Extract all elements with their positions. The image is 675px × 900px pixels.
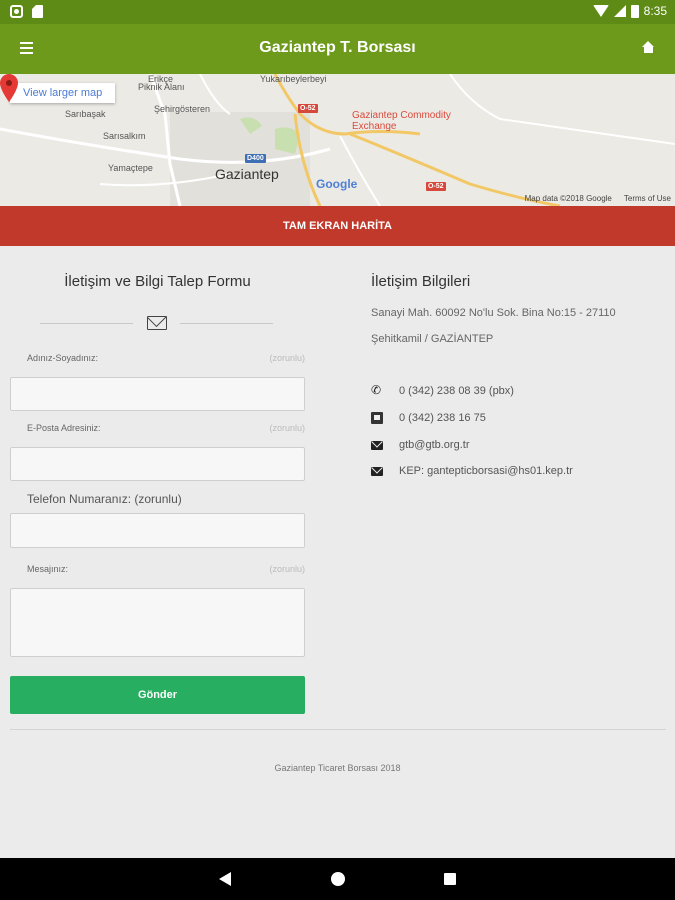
contact-email: gtb@gtb.org.tr	[399, 439, 470, 451]
road-badge-o52: O-52	[298, 104, 318, 113]
divider-right	[180, 323, 273, 324]
message-textarea[interactable]	[10, 588, 305, 657]
name-required-hint: (zorunlu)	[269, 353, 305, 363]
contact-email-row[interactable]: gtb@gtb.org.tr	[371, 439, 469, 451]
road-badge-d400: D400	[245, 154, 266, 163]
map-label-sehirgosteren: Şehirgösteren	[154, 104, 211, 114]
fax-icon	[371, 412, 383, 424]
phone-field[interactable]	[10, 513, 305, 548]
map-label-saribasak: Sarıbaşak	[65, 109, 106, 119]
contact-fax: 0 (342) 238 16 75	[399, 412, 486, 424]
mail-icon	[371, 466, 383, 476]
sd-card-icon	[32, 5, 43, 18]
notification-icons	[10, 5, 43, 18]
map-label-piknik: Piknik Alanı	[138, 82, 185, 92]
map-attribution: Map data ©2018 Google Terms of Use	[525, 194, 671, 203]
map-label-yamactepe: Yamaçtepe	[108, 163, 153, 173]
home-circle-icon[interactable]	[331, 872, 345, 886]
wifi-icon	[592, 5, 609, 17]
mail-icon	[371, 440, 383, 450]
google-logo: Google	[316, 177, 358, 191]
message-required-hint: (zorunlu)	[269, 564, 305, 574]
terms-of-use-link[interactable]: Terms of Use	[624, 194, 671, 203]
navigation-bar	[0, 858, 675, 900]
map-city-label: Gaziantep	[215, 166, 279, 182]
fullscreen-map-button[interactable]: TAM EKRAN HARİTA	[0, 206, 675, 246]
footer-divider	[10, 729, 666, 730]
pin-label-line1: Gaziantep Commodity	[352, 110, 451, 121]
app-title: Gaziantep T. Borsası	[259, 39, 416, 56]
road-badge-o52-south: O-52	[426, 182, 446, 191]
battery-icon	[630, 4, 639, 18]
name-label: Adınız-Soyadınız:	[27, 353, 99, 363]
signal-icon	[613, 5, 626, 17]
app-bar: Gaziantep T. Borsası	[0, 24, 675, 74]
contact-kep-row[interactable]: KEP: gantepticborsasi@hs01.kep.tr	[371, 465, 573, 477]
divider-left	[40, 323, 133, 324]
contact-title: İletişim Bilgileri	[371, 273, 471, 290]
pin-label-line2: Exchange	[352, 121, 397, 132]
contact-phone: 0 (342) 238 08 39 (pbx)	[399, 385, 514, 397]
footer-text: Gaziantep Ticaret Borsası 2018	[274, 763, 401, 773]
status-bar: 8:35	[0, 0, 675, 24]
form-title: İletişim ve Bilgi Talep Formu	[64, 273, 251, 290]
map-data-text: Map data ©2018 Google	[524, 194, 612, 203]
map-label-yukaribeylerbeyi: Yukarıbeylerbeyi	[260, 74, 327, 84]
email-required-hint: (zorunlu)	[269, 423, 305, 433]
address-line1: Sanayi Mah. 60092 No'lu Sok. Bina No:15 …	[371, 307, 616, 319]
phone-icon	[371, 383, 383, 397]
email-field[interactable]	[10, 447, 305, 481]
map-pin-icon[interactable]	[0, 74, 18, 102]
name-field[interactable]	[10, 377, 305, 411]
map-label-sarisalkim: Sarısalkım	[103, 131, 146, 141]
map-pin-label: Gaziantep Commodity Exchange	[352, 110, 451, 132]
address-line2: Şehitkamil / GAZİANTEP	[371, 333, 494, 345]
back-icon[interactable]	[219, 872, 231, 886]
embedded-map[interactable]: Erikçe Piknik Alanı Yukarıbeylerbeyi Şeh…	[0, 74, 675, 206]
clock: 8:35	[643, 4, 667, 18]
submit-button[interactable]: Gönder	[10, 676, 305, 714]
system-icons: 8:35	[592, 4, 667, 18]
contact-fax-row: 0 (342) 238 16 75	[371, 412, 486, 424]
app-notification-icon	[10, 5, 23, 18]
home-icon[interactable]	[642, 41, 655, 54]
phone-label: Telefon Numaranız: (zorunlu)	[27, 492, 182, 506]
contact-phone-row[interactable]: 0 (342) 238 08 39 (pbx)	[371, 383, 514, 397]
email-label: E-Posta Adresiniz:	[27, 423, 101, 433]
envelope-icon	[147, 316, 167, 330]
recent-apps-icon[interactable]	[444, 873, 456, 885]
contact-kep: KEP: gantepticborsasi@hs01.kep.tr	[399, 465, 573, 477]
view-larger-map-link[interactable]: View larger map	[10, 83, 116, 103]
message-label: Mesajınız:	[27, 564, 69, 574]
